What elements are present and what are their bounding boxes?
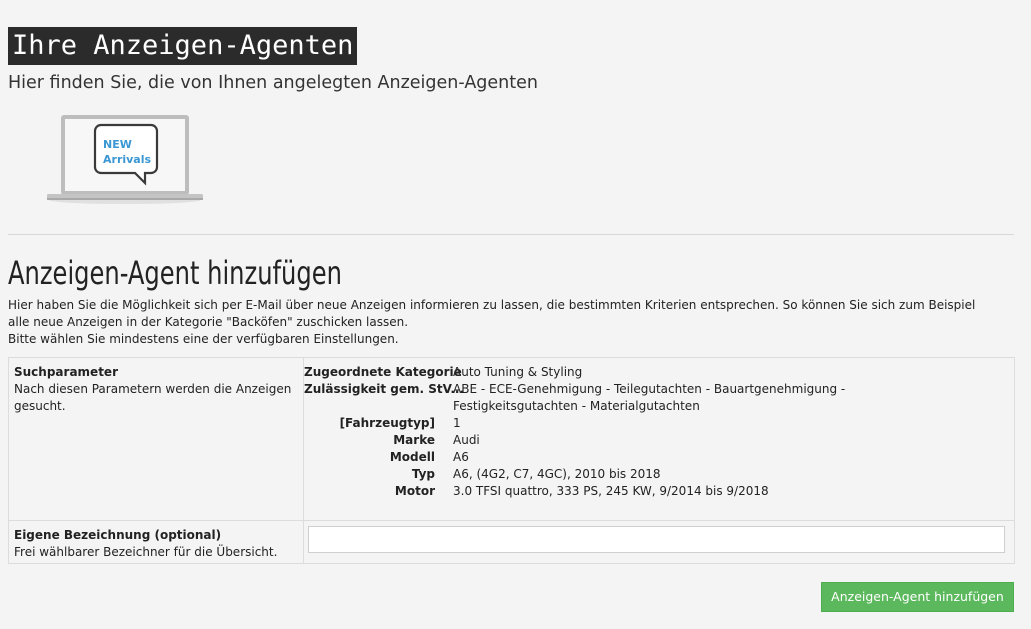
custom-name-label-cell: Eigene Bezeichnung (optional) Frei wählb… [9, 521, 304, 563]
search-params-label-cell: Suchparameter Nach diesen Parametern wer… [9, 358, 304, 520]
page-subtitle: Hier finden Sie, die von Ihnen angelegte… [8, 73, 538, 93]
intro-text: Hier haben Sie die Möglichkeit sich per … [8, 297, 1018, 348]
intro-line-3: Bitte wählen Sie mindestens eine der ver… [8, 332, 399, 346]
custom-name-input-cell [304, 521, 1014, 563]
custom-name-row: Eigene Bezeichnung (optional) Frei wählb… [9, 521, 1014, 563]
section-title: Anzeigen-Agent hinzufügen [8, 254, 342, 292]
param-value: 1 [453, 416, 461, 430]
param-key: Zugeordnete Kategorie [304, 365, 462, 379]
param-value: Auto Tuning & Styling [453, 365, 583, 379]
param-value: A6 [453, 450, 469, 464]
custom-name-input[interactable] [308, 526, 1005, 553]
param-row: Zugeordnete Kategorie Auto Tuning & Styl… [304, 364, 1014, 381]
param-key: Modell [389, 450, 435, 464]
search-params-description: Nach diesen Parametern werden die Anzeig… [14, 382, 292, 413]
search-params-list: Zugeordnete Kategorie Auto Tuning & Styl… [304, 358, 1014, 520]
param-value: A6, (4G2, C7, 4GC), 2010 bis 2018 [453, 467, 661, 481]
custom-name-label: Eigene Bezeichnung (optional) [14, 528, 222, 542]
arrivals-text: Arrivals [103, 153, 151, 166]
param-key: Zulässigkeit gem. StV... [304, 382, 465, 396]
new-text: NEW [103, 138, 132, 151]
param-row: Zulässigkeit gem. StV... ABE - ECE-Geneh… [304, 381, 1014, 415]
param-row: Typ A6, (4G2, C7, 4GC), 2010 bis 2018 [304, 466, 1014, 483]
section-divider [8, 234, 1014, 235]
param-value: Audi [453, 433, 480, 447]
search-params-label: Suchparameter [14, 365, 118, 379]
param-value: ABE - ECE-Genehmigung - Teilegutachten -… [453, 382, 846, 413]
laptop-new-arrivals-icon: NEW Arrivals [46, 112, 204, 208]
param-row: Motor 3.0 TFSI quattro, 333 PS, 245 KW, … [304, 483, 1014, 500]
add-agent-button[interactable]: Anzeigen-Agent hinzufügen [821, 582, 1014, 612]
param-key: Typ [411, 467, 435, 481]
intro-line-1: Hier haben Sie die Möglichkeit sich per … [8, 298, 976, 312]
intro-line-2: alle neue Anzeigen in der Kategorie "Bac… [8, 315, 409, 329]
param-row: [Fahrzeugtyp] 1 [304, 415, 1014, 432]
page-title: Ihre Anzeigen-Agenten [8, 27, 358, 65]
custom-name-description: Frei wählbarer Bezeichner für die Übersi… [14, 545, 278, 559]
agent-form-table: Suchparameter Nach diesen Parametern wer… [8, 357, 1015, 564]
param-key: Motor [394, 484, 435, 498]
param-key: [Fahrzeugtyp] [339, 416, 435, 430]
param-value: 3.0 TFSI quattro, 333 PS, 245 KW, 9/2014… [453, 484, 769, 498]
param-row: Marke Audi [304, 432, 1014, 449]
param-key: Marke [393, 433, 435, 447]
search-params-row: Suchparameter Nach diesen Parametern wer… [9, 358, 1014, 521]
param-row: Modell A6 [304, 449, 1014, 466]
